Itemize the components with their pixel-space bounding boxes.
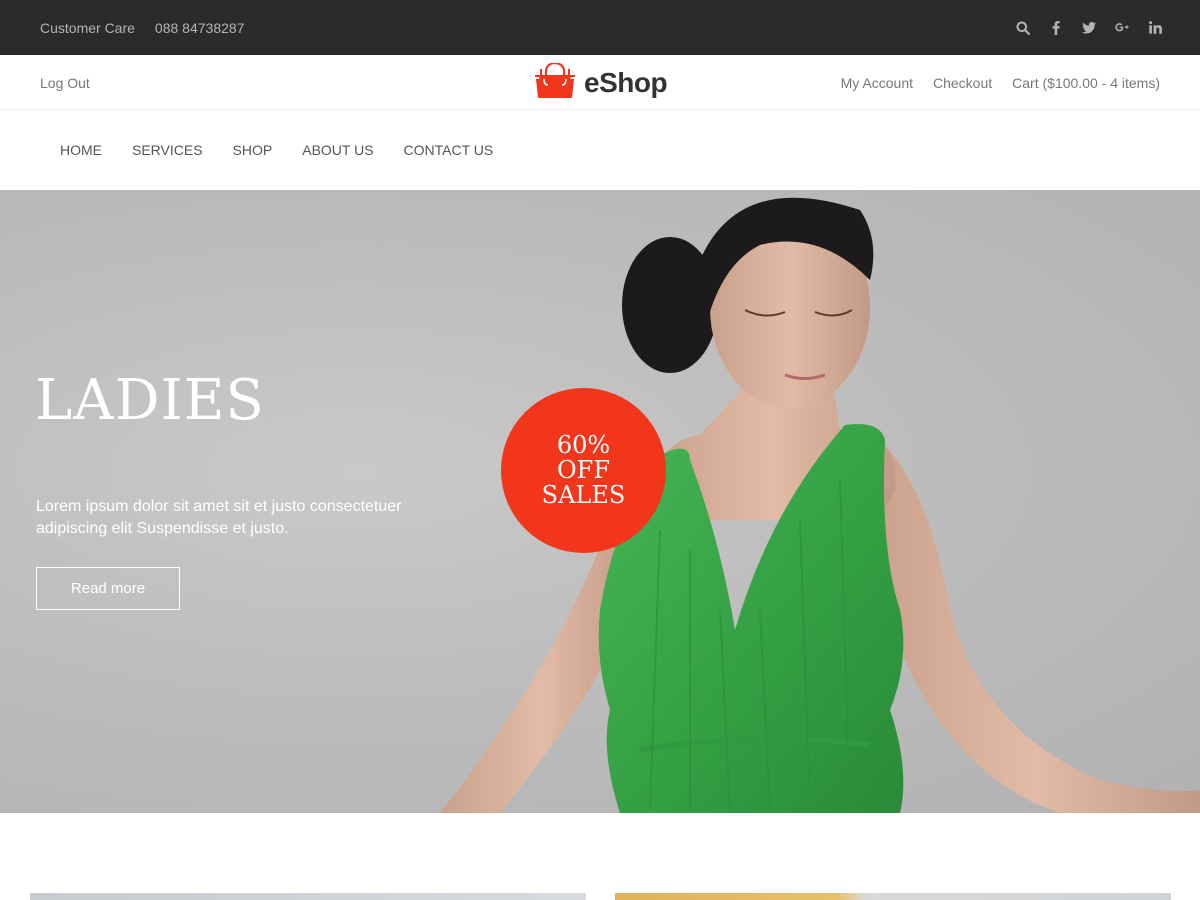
- facebook-icon[interactable]: [1049, 20, 1063, 35]
- sale-badge-sales: SALES: [541, 481, 626, 509]
- hero-slider: LADIES Lorem ipsum dolor sit amet sit et…: [0, 190, 1200, 813]
- hero-title: LADIES: [35, 368, 265, 433]
- nav-menu: HOME SERVICES SHOP ABOUT US CONTACT US: [60, 110, 493, 190]
- google-plus-icon[interactable]: [1115, 21, 1129, 35]
- logo-text: eShop: [584, 67, 668, 98]
- my-account-link[interactable]: My Account: [841, 75, 913, 91]
- customer-care-label: Customer Care: [40, 19, 135, 36]
- logout-link[interactable]: Log Out: [40, 55, 90, 110]
- nav-item-contact-us[interactable]: CONTACT US: [404, 142, 494, 158]
- checkout-link[interactable]: Checkout: [933, 75, 992, 91]
- cart-link[interactable]: Cart ($100.00 - 4 items): [1012, 75, 1160, 91]
- nav-item-shop[interactable]: SHOP: [233, 142, 273, 158]
- category-banner-left[interactable]: [30, 893, 586, 900]
- twitter-icon[interactable]: [1082, 21, 1096, 35]
- nav-item-home[interactable]: HOME: [60, 142, 102, 158]
- top-bar: Customer Care 088 84738287: [0, 0, 1200, 55]
- account-links: My Account Checkout Cart ($100.00 - 4 it…: [841, 55, 1160, 110]
- hero-description: Lorem ipsum dolor sit amet sit et justo …: [36, 498, 402, 537]
- read-more-button[interactable]: Read more: [36, 567, 180, 610]
- site-header: Log Out eShop My Account Checkout Cart (…: [0, 55, 1200, 110]
- linkedin-icon[interactable]: [1148, 21, 1162, 35]
- nav-item-services[interactable]: SERVICES: [132, 142, 203, 158]
- category-banner-right[interactable]: [615, 893, 1171, 900]
- site-logo[interactable]: eShop: [534, 61, 668, 104]
- sale-badge-percent: 60%: [556, 431, 611, 459]
- nav-item-about-us[interactable]: ABOUT US: [302, 142, 373, 158]
- phone-number[interactable]: 088 84738287: [155, 20, 245, 36]
- social-links: [1016, 0, 1162, 55]
- shopping-bag-icon: [534, 61, 576, 104]
- sale-badge: 60% OFF SALES: [501, 388, 666, 553]
- search-icon[interactable]: [1016, 21, 1030, 35]
- sale-badge-off: OFF: [557, 456, 610, 484]
- main-navigation: HOME SERVICES SHOP ABOUT US CONTACT US: [0, 110, 1200, 190]
- contact-info: Customer Care 088 84738287: [40, 0, 244, 55]
